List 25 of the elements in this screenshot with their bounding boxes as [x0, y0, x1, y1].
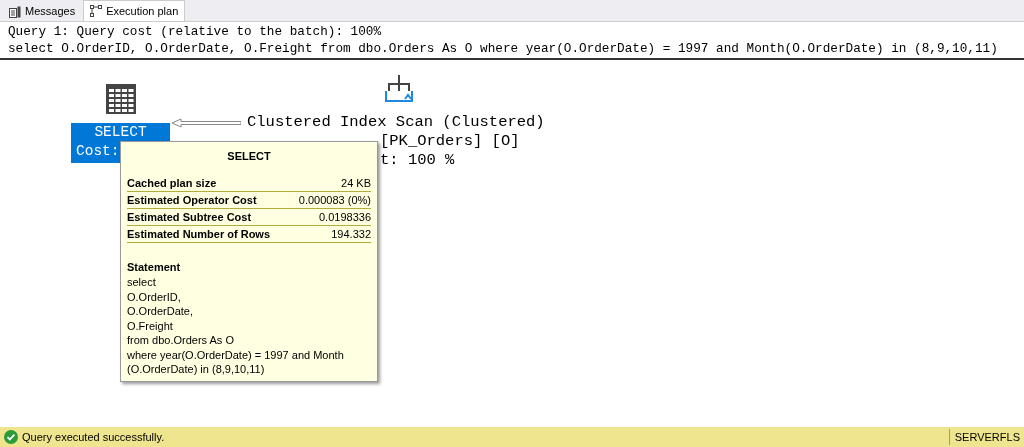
property-value: 24 KB	[341, 176, 371, 191]
statement-text: select O.OrderID, O.OrderDate, O.Freight from dbo.Orders As O where year(O.OrderDate) = 1997 and Month (O.OrderDate) in (8,9,10,11)	[127, 275, 345, 377]
property-value: 0.000083 (0%)	[298, 193, 371, 208]
plan-icon	[90, 5, 103, 17]
property-value: 0.0198336	[319, 210, 371, 225]
property-name: Cached plan size	[127, 176, 217, 191]
operator-label: Clustered Index Scan (Clustered)	[247, 113, 545, 132]
query-text: Query 1: Query cost (relative to the batch): 100%	[8, 23, 383, 40]
statement-label: Statement	[127, 260, 182, 275]
property-value: 194.332	[331, 227, 371, 242]
table-icon	[105, 83, 137, 115]
property-name: Estimated Operator Cost	[127, 193, 257, 208]
operator-label: t: 100 %	[380, 151, 455, 170]
property-name: Estimated Subtree Cost	[127, 210, 252, 225]
tab[interactable]: Execution plan	[83, 0, 186, 21]
operator-label: [PK_Orders] [O]	[380, 132, 520, 151]
data-flow-arrow	[171, 118, 241, 128]
server-name: SERVERFLS	[948, 428, 1020, 446]
query-text: select O.OrderID, O.OrderDate, O.Freight from dbo.Orders As O where year(O.OrderDate) = 1997 and Month(O.OrderDate) in (8,9,10,11)	[8, 40, 999, 57]
status-message: Query executed successfully.	[22, 429, 165, 445]
index-scan-icon	[383, 73, 415, 105]
document-icon	[9, 5, 21, 18]
success-icon	[4, 430, 18, 444]
tooltip-title: SELECT	[226, 149, 272, 164]
property-name: Estimated Number of Rows	[127, 227, 271, 242]
